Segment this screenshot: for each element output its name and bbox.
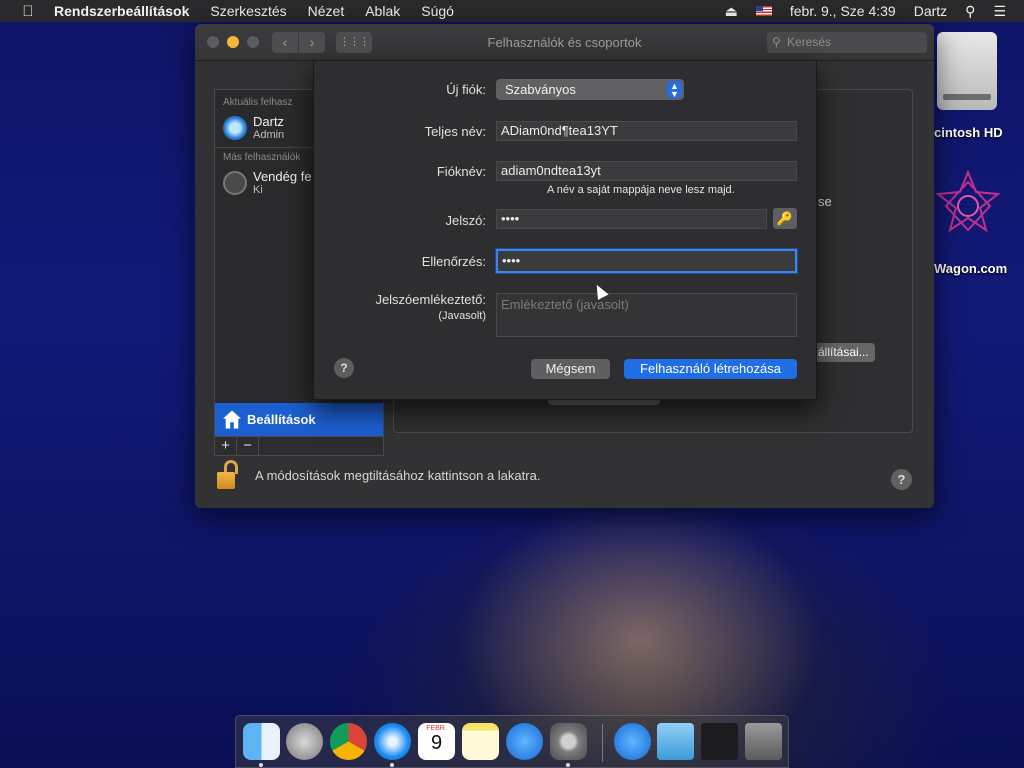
app-store-installer-icon[interactable]	[614, 723, 651, 760]
menu-view[interactable]: Nézet	[308, 3, 345, 19]
verify-password-field[interactable]: ••••	[496, 249, 797, 273]
password-assistant-key-icon[interactable]: 🔑	[773, 208, 797, 229]
sheet-help-button[interactable]: ?	[334, 358, 354, 378]
account-name-field[interactable]: adiam0ndtea13yt	[496, 161, 797, 181]
lock-text: A módosítások megtiltásához kattintson a…	[255, 467, 541, 483]
chrome-icon[interactable]	[330, 723, 367, 760]
hint-placeholder: Emlékeztető (javasolt)	[501, 297, 629, 312]
downloads-folder-icon[interactable]	[657, 723, 694, 760]
full-name-label: Teljes név:	[424, 124, 486, 139]
password-hint-field[interactable]: Emlékeztető (javasolt)	[496, 293, 797, 337]
guest-avatar-icon	[223, 171, 247, 195]
calendar-icon[interactable]: FEBR. 9	[418, 723, 455, 760]
updown-arrows-icon: ▲ ▼	[667, 81, 682, 99]
padlock-icon[interactable]	[217, 460, 239, 490]
help-button[interactable]: ?	[891, 469, 912, 490]
eject-icon[interactable]: ⏏	[725, 3, 738, 20]
trash-icon[interactable]	[745, 723, 782, 760]
verify-label: Ellenőrzés:	[421, 254, 486, 269]
title-bar: ‹ › ⋮⋮⋮ Felhasználók és csoportok ⚲ Kere…	[195, 24, 934, 61]
account-name-label: Fióknév:	[436, 164, 486, 179]
guest-status: Ki	[253, 184, 263, 196]
login-options-label: Beállítások	[247, 412, 316, 427]
password-field[interactable]: ••••	[496, 209, 767, 229]
add-user-button[interactable]: +	[215, 437, 237, 455]
user-avatar	[223, 116, 247, 140]
account-name-note: A név a saját mappája neve lesz majd.	[547, 184, 735, 196]
screen-recording-icon[interactable]	[701, 723, 738, 760]
apple-menu-icon[interactable]: 	[19, 3, 37, 20]
notification-center-icon[interactable]: ☰	[993, 3, 1006, 20]
app-store-icon[interactable]	[506, 723, 543, 760]
hard-drive-label[interactable]: cintosh HD	[934, 125, 1024, 140]
add-remove-bar: + −	[214, 437, 384, 456]
wagon-file-label[interactable]: Wagon.com	[934, 261, 1024, 276]
guest-name: Vendég fe	[253, 169, 312, 184]
user-role: Admin	[253, 129, 285, 141]
dock: FEBR. 9	[235, 715, 789, 768]
spotlight-search-icon[interactable]: ⚲	[965, 3, 975, 20]
create-user-button[interactable]: Felhasználó létrehozása	[624, 359, 797, 379]
input-source-flag-icon[interactable]	[755, 6, 772, 16]
new-account-sheet: Új fiók: Szabványos ▲ ▼ Teljes név: ADiam…	[313, 61, 817, 400]
password-hint-label: Jelszóemlékeztető:	[375, 292, 486, 307]
user-name: Dartz	[253, 114, 285, 129]
account-type-value: Szabványos	[505, 82, 576, 97]
dock-separator	[602, 724, 603, 762]
new-account-label: Új fiók:	[446, 82, 486, 97]
login-options-item[interactable]: Beállítások	[215, 403, 383, 436]
safari-icon[interactable]	[374, 723, 411, 760]
menu-clock[interactable]: febr. 9., Sze 4:39	[790, 3, 896, 19]
magnifier-icon: ⚲	[772, 35, 781, 49]
house-icon	[223, 410, 241, 429]
running-indicator	[259, 763, 263, 767]
menu-window[interactable]: Ablak	[365, 3, 400, 19]
remove-user-button[interactable]: −	[237, 437, 259, 455]
menu-user-name[interactable]: Dartz	[914, 3, 947, 19]
full-name-field[interactable]: ADiam0nd¶tea13YT	[496, 121, 797, 141]
calendar-month: FEBR.	[426, 725, 447, 732]
system-preferences-icon[interactable]	[550, 723, 587, 760]
calendar-day: 9	[430, 732, 443, 754]
hard-drive-icon[interactable]	[937, 32, 997, 110]
running-indicator	[566, 763, 570, 767]
menu-bar:  Rendszerbeállítások Szerkesztés Nézet …	[0, 0, 1024, 22]
password-hint-sublabel: (Javasolt)	[438, 310, 486, 322]
finder-icon[interactable]	[243, 723, 280, 760]
wagon-file-icon[interactable]	[935, 169, 1001, 242]
password-label: Jelszó:	[445, 213, 486, 228]
panel-settings-button[interactable]: állításai...	[812, 343, 875, 362]
notes-icon[interactable]	[462, 723, 499, 760]
menu-app-name[interactable]: Rendszerbeállítások	[54, 3, 189, 19]
launchpad-icon[interactable]	[286, 723, 323, 760]
lock-bar: A módosítások megtiltásához kattintson a…	[217, 458, 540, 492]
menu-help[interactable]: Súgó	[421, 3, 454, 19]
menu-edit[interactable]: Szerkesztés	[210, 3, 286, 19]
search-placeholder: Keresés	[787, 35, 832, 49]
cancel-button[interactable]: Mégsem	[531, 359, 610, 379]
running-indicator	[390, 763, 394, 767]
search-field[interactable]: ⚲ Keresés	[767, 32, 927, 53]
panel-text-fragment: se	[818, 194, 832, 209]
account-type-popup[interactable]: Szabványos ▲ ▼	[496, 79, 684, 100]
